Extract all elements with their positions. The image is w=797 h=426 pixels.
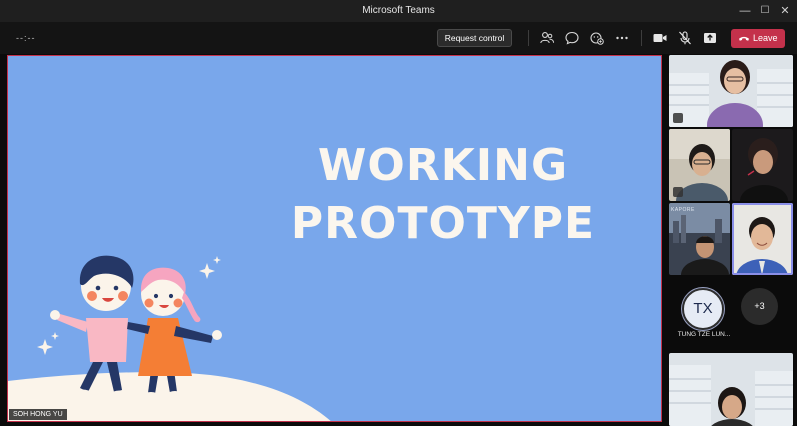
camera-icon[interactable] bbox=[652, 30, 668, 46]
mic-status-icon bbox=[673, 113, 683, 123]
slide-illustration bbox=[8, 255, 331, 421]
self-view-video bbox=[669, 353, 793, 426]
shared-screen[interactable]: WORKING PROTOTYPE SOH HONG YU bbox=[7, 55, 662, 422]
presenter-name: SOH HONG YU bbox=[9, 409, 67, 420]
mic-status-icon bbox=[673, 187, 683, 197]
self-view-tile[interactable] bbox=[669, 353, 793, 426]
participant-video bbox=[669, 55, 793, 127]
window-title: Microsoft Teams bbox=[362, 5, 435, 16]
chat-icon[interactable] bbox=[564, 30, 580, 46]
close-button[interactable]: ✕ bbox=[775, 2, 795, 20]
leave-label: Leave bbox=[753, 33, 778, 43]
share-icon[interactable] bbox=[702, 30, 718, 46]
participant-avatar[interactable]: TX bbox=[682, 288, 724, 330]
meeting-timer: --:-- bbox=[16, 33, 36, 43]
title-bar: Microsoft Teams — ☐ ✕ bbox=[0, 0, 797, 22]
maximize-button[interactable]: ☐ bbox=[755, 2, 775, 20]
toolbar-divider bbox=[528, 30, 529, 46]
participant-tile[interactable] bbox=[669, 129, 730, 201]
phone-hangup-icon bbox=[739, 36, 749, 41]
more-icon[interactable] bbox=[614, 30, 630, 46]
participant-avatar-name: TUNG TZE LUN... bbox=[677, 331, 731, 338]
reactions-icon[interactable] bbox=[589, 30, 605, 46]
participant-tile[interactable] bbox=[669, 55, 793, 127]
participant-tile[interactable] bbox=[732, 129, 793, 201]
minimize-button[interactable]: — bbox=[735, 2, 755, 20]
meeting-toolbar: --:-- Request control Leave bbox=[0, 22, 797, 54]
participant-video bbox=[732, 203, 793, 275]
request-control-button[interactable]: Request control bbox=[437, 29, 512, 47]
tile-watermark: KAPORE bbox=[671, 207, 695, 213]
mic-muted-icon[interactable] bbox=[677, 30, 693, 46]
more-participants-button[interactable]: +3 bbox=[741, 288, 778, 325]
participant-video bbox=[732, 129, 793, 201]
participant-tile-active-speaker[interactable] bbox=[732, 203, 793, 275]
toolbar-divider bbox=[641, 30, 642, 46]
leave-button[interactable]: Leave bbox=[731, 29, 785, 48]
people-icon[interactable] bbox=[539, 30, 555, 46]
participant-video bbox=[669, 203, 730, 275]
participant-tile[interactable]: KAPORE bbox=[669, 203, 730, 275]
